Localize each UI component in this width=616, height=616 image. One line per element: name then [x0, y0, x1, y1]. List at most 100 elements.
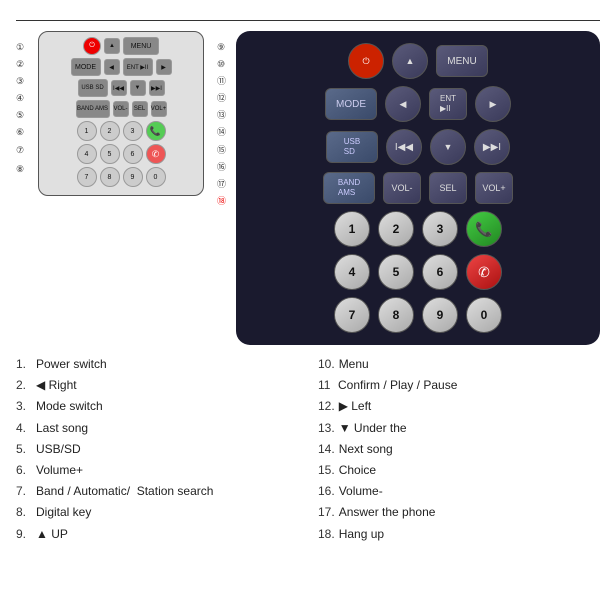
rr-7-btn[interactable]: 7 [334, 297, 370, 333]
rr-power-btn[interactable]: ⏻ [348, 43, 384, 79]
desc-number: 17. [318, 503, 335, 522]
rr-5-btn[interactable]: 5 [378, 254, 414, 290]
diag-down-btn[interactable]: ▼ [130, 80, 146, 96]
rr-3-btn[interactable]: 3 [422, 211, 458, 247]
diag-right-btn[interactable]: ▶ [156, 59, 172, 75]
diag-row-7: 7 8 9 0 [43, 167, 199, 187]
desc-number: 12. [318, 397, 335, 416]
diag-prev-btn[interactable]: I◀◀ [111, 80, 127, 96]
rr-volplus-btn[interactable]: VOL+ [475, 172, 513, 204]
rr-band-btn[interactable]: BANDAMS [323, 172, 375, 204]
desc-item: 11Confirm / Play / Pause [318, 376, 600, 395]
page-title [16, 16, 600, 21]
rr-8-btn[interactable]: 8 [378, 297, 414, 333]
diag-next-btn[interactable]: ▶▶I [149, 80, 165, 96]
rr-6-btn[interactable]: 6 [422, 254, 458, 290]
main-container: ① ② ③ ④ ⑤ ⑥ ⑦ ⑧ ⏻ ▲ MENU [0, 0, 616, 616]
desc-item: 2.◀ Right [16, 376, 298, 395]
desc-item: 13.▼ Under the [318, 419, 600, 438]
diag-4-btn[interactable]: 4 [77, 144, 97, 164]
desc-number: 8. [16, 503, 32, 522]
desc-number: 14. [318, 440, 335, 459]
diag-power-btn[interactable]: ⏻ [83, 37, 101, 55]
rr-0-btn[interactable]: 0 [466, 297, 502, 333]
diagram-section: ① ② ③ ④ ⑤ ⑥ ⑦ ⑧ ⏻ ▲ MENU [16, 31, 226, 345]
diag-ent-btn[interactable]: ENT ▶II [123, 58, 153, 76]
desc-number: 11 [318, 376, 334, 395]
desc-number: 1. [16, 355, 32, 374]
rr-2-btn[interactable]: 2 [378, 211, 414, 247]
rr-hangup-btn[interactable]: ✆ [466, 254, 502, 290]
desc-item: 17.Answer the phone [318, 503, 600, 522]
diag-left-btn[interactable]: ◀ [104, 59, 120, 75]
rr-prev-btn[interactable]: I◀◀ [386, 129, 422, 165]
desc-number: 15. [318, 461, 335, 480]
desc-item: 10.Menu [318, 355, 600, 374]
diag-volplus-btn[interactable]: VOL+ [151, 101, 167, 117]
desc-number: 6. [16, 461, 32, 480]
diag-volminus-btn[interactable]: VOL- [113, 101, 129, 117]
desc-number: 4. [16, 419, 32, 438]
desc-item: 9.▲ UP [16, 525, 298, 544]
diag-0-btn[interactable]: 0 [146, 167, 166, 187]
desc-text: ▲ UP [36, 525, 68, 544]
diag-sel-btn[interactable]: SEL [132, 101, 148, 117]
rr-left-btn[interactable]: ◀ [385, 86, 421, 122]
rr-row-4: BANDAMS VOL- SEL VOL+ [246, 172, 590, 204]
desc-item: 15.Choice [318, 461, 600, 480]
desc-item: 12.▶ Left [318, 397, 600, 416]
desc-number: 2. [16, 376, 32, 395]
diag-6-btn[interactable]: 6 [123, 144, 143, 164]
diag-up-btn[interactable]: ▲ [104, 38, 120, 54]
left-numbers: ① ② ③ ④ ⑤ ⑥ ⑦ ⑧ [16, 39, 24, 178]
diag-answer-btn[interactable]: 📞 [146, 121, 166, 141]
diag-menu-btn[interactable]: MENU [123, 37, 159, 55]
diag-hangup-btn[interactable]: ✆ [146, 144, 166, 164]
desc-text: Last song [36, 419, 88, 438]
rr-rightarrow-btn[interactable]: ▶ [475, 86, 511, 122]
diag-band-btn[interactable]: BAND AMS [76, 100, 110, 118]
desc-text: USB/SD [36, 440, 81, 459]
desc-item: 4.Last song [16, 419, 298, 438]
rr-next-btn[interactable]: ▶▶I [474, 129, 510, 165]
diag-row-2: MODE ◀ ENT ▶II ▶ [43, 58, 199, 76]
top-section: ① ② ③ ④ ⑤ ⑥ ⑦ ⑧ ⏻ ▲ MENU [16, 31, 600, 345]
rr-4-btn[interactable]: 4 [334, 254, 370, 290]
diag-5-btn[interactable]: 5 [100, 144, 120, 164]
rr-1-btn[interactable]: 1 [334, 211, 370, 247]
diag-3-btn[interactable]: 3 [123, 121, 143, 141]
rr-answer-btn[interactable]: 📞 [466, 211, 502, 247]
desc-item: 1.Power switch [16, 355, 298, 374]
desc-text: ▼ Under the [339, 419, 407, 438]
diag-usb-btn[interactable]: USB SD [78, 79, 108, 97]
desc-item: 6.Volume+ [16, 461, 298, 480]
rr-ent-btn[interactable]: ENT▶II [429, 88, 467, 120]
desc-item: 18.Hang up [318, 525, 600, 544]
diag-row-6: 4 5 6 ✆ [43, 144, 199, 164]
diag-9-btn[interactable]: 9 [123, 167, 143, 187]
desc-number: 18. [318, 525, 335, 544]
rr-menu-btn[interactable]: MENU [436, 45, 488, 77]
diag-1-btn[interactable]: 1 [77, 121, 97, 141]
diag-mode-btn[interactable]: MODE [71, 58, 101, 76]
rr-mode-btn[interactable]: MODE [325, 88, 377, 120]
desc-number: 3. [16, 397, 32, 416]
diagram-wrapper: ① ② ③ ④ ⑤ ⑥ ⑦ ⑧ ⏻ ▲ MENU [16, 31, 226, 196]
rr-usb-btn[interactable]: USBSD [326, 131, 378, 163]
diag-7-btn[interactable]: 7 [77, 167, 97, 187]
desc-number: 9. [16, 525, 32, 544]
rr-row-5: 1 2 3 📞 [246, 211, 590, 247]
diag-row-3: USB SD I◀◀ ▼ ▶▶I [43, 79, 199, 97]
rr-up-btn[interactable]: ▲ [392, 43, 428, 79]
rr-down-btn[interactable]: ▼ [430, 129, 466, 165]
desc-text: Confirm / Play / Pause [338, 376, 457, 395]
desc-text: Digital key [36, 503, 91, 522]
diag-2-btn[interactable]: 2 [100, 121, 120, 141]
rr-volminus-btn[interactable]: VOL- [383, 172, 421, 204]
desc-text: ▶ Left [339, 397, 372, 416]
rr-sel-btn[interactable]: SEL [429, 172, 467, 204]
rr-row-3: USBSD I◀◀ ▼ ▶▶I [246, 129, 590, 165]
diag-row-1: ⏻ ▲ MENU [43, 37, 199, 55]
diag-8-btn[interactable]: 8 [100, 167, 120, 187]
rr-9-btn[interactable]: 9 [422, 297, 458, 333]
